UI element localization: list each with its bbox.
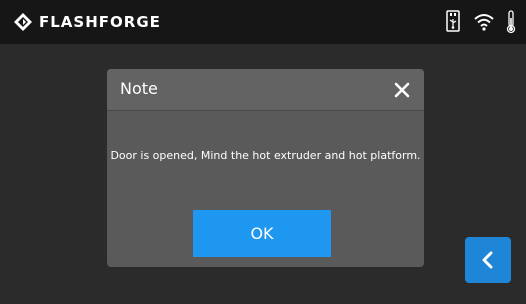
dialog-title: Note <box>120 79 158 98</box>
note-dialog: Note Door is opened, Mind the hot extrud… <box>107 69 424 267</box>
close-button[interactable] <box>390 78 414 102</box>
flashforge-logo-icon <box>14 13 32 31</box>
dialog-header: Note <box>107 69 424 111</box>
dialog-message: Door is opened, Mind the hot extruder an… <box>110 149 421 162</box>
usb-icon <box>446 10 460 32</box>
back-button[interactable] <box>465 237 511 283</box>
printer-screen: FLASHFORGE Note Door is opened, Mind the… <box>0 0 526 304</box>
wifi-icon <box>474 14 494 31</box>
ok-button[interactable]: OK <box>193 210 331 257</box>
chevron-left-icon <box>482 251 493 269</box>
thermometer-icon <box>506 10 516 34</box>
brand-name: FLASHFORGE <box>39 13 161 31</box>
status-bar: FLASHFORGE <box>0 0 526 44</box>
close-icon <box>394 82 410 98</box>
brand-logo: FLASHFORGE <box>13 10 161 34</box>
